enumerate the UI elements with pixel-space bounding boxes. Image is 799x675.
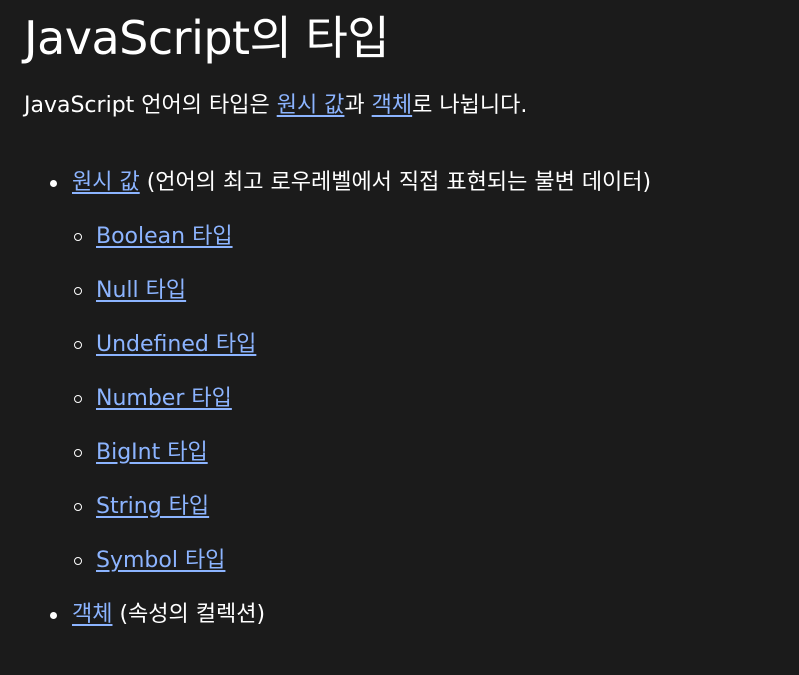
- list-item-bigint: BigInt 타입: [72, 436, 799, 470]
- object-list-link[interactable]: 객체: [72, 602, 112, 627]
- list-item-null: Null 타입: [72, 274, 799, 308]
- list-item-boolean: Boolean 타입: [72, 220, 799, 254]
- null-type-link[interactable]: Null 타입: [96, 278, 186, 303]
- list-item-undefined: Undefined 타입: [72, 328, 799, 362]
- boolean-type-link[interactable]: Boolean 타입: [96, 224, 233, 249]
- list-item-primitive: 원시 값 (언어의 최고 로우레벨에서 직접 표현되는 불변 데이터) Bool…: [24, 166, 799, 578]
- primitive-value-link[interactable]: 원시 값: [277, 93, 345, 118]
- undefined-type-link[interactable]: Undefined 타입: [96, 332, 256, 357]
- list-item-string: String 타입: [72, 490, 799, 524]
- bullet-disc-icon: [50, 180, 57, 187]
- number-type-link[interactable]: Number 타입: [96, 386, 232, 411]
- bullet-circle-icon: [74, 557, 82, 565]
- object-description: (속성의 컬렉션): [112, 602, 266, 627]
- bullet-circle-icon: [74, 503, 82, 511]
- bullet-disc-icon: [50, 612, 57, 619]
- primitive-list-link[interactable]: 원시 값: [72, 170, 140, 195]
- bigint-type-link[interactable]: BigInt 타입: [96, 440, 208, 465]
- page-title: JavaScript의 타입: [24, 11, 390, 65]
- list-item-symbol: Symbol 타입: [72, 544, 799, 578]
- article: JavaScript의 타입 JavaScript 언어의 타입은 원시 값과 …: [0, 0, 799, 632]
- list-item-number: Number 타입: [72, 382, 799, 416]
- type-list: 원시 값 (언어의 최고 로우레벨에서 직접 표현되는 불변 데이터) Bool…: [24, 166, 799, 632]
- bullet-circle-icon: [74, 233, 82, 241]
- bullet-circle-icon: [74, 395, 82, 403]
- bullet-circle-icon: [74, 341, 82, 349]
- primitive-type-list: Boolean 타입 Null 타입 Undefined 타입 Number 타…: [72, 220, 799, 578]
- intro-suffix: 로 나뉩니다.: [412, 93, 528, 118]
- primitive-description: (언어의 최고 로우레벨에서 직접 표현되는 불변 데이터): [139, 170, 652, 195]
- intro-middle: 과: [344, 93, 372, 118]
- bullet-circle-icon: [74, 449, 82, 457]
- intro-prefix: JavaScript 언어의 타입은: [24, 93, 277, 118]
- object-link[interactable]: 객체: [372, 93, 412, 118]
- bullet-circle-icon: [74, 287, 82, 295]
- symbol-type-link[interactable]: Symbol 타입: [96, 548, 225, 573]
- string-type-link[interactable]: String 타입: [96, 494, 209, 519]
- intro-paragraph: JavaScript 언어의 타입은 원시 값과 객체로 나뉩니다.: [24, 90, 799, 122]
- list-item-object: 객체 (속성의 컬렉션): [24, 598, 799, 632]
